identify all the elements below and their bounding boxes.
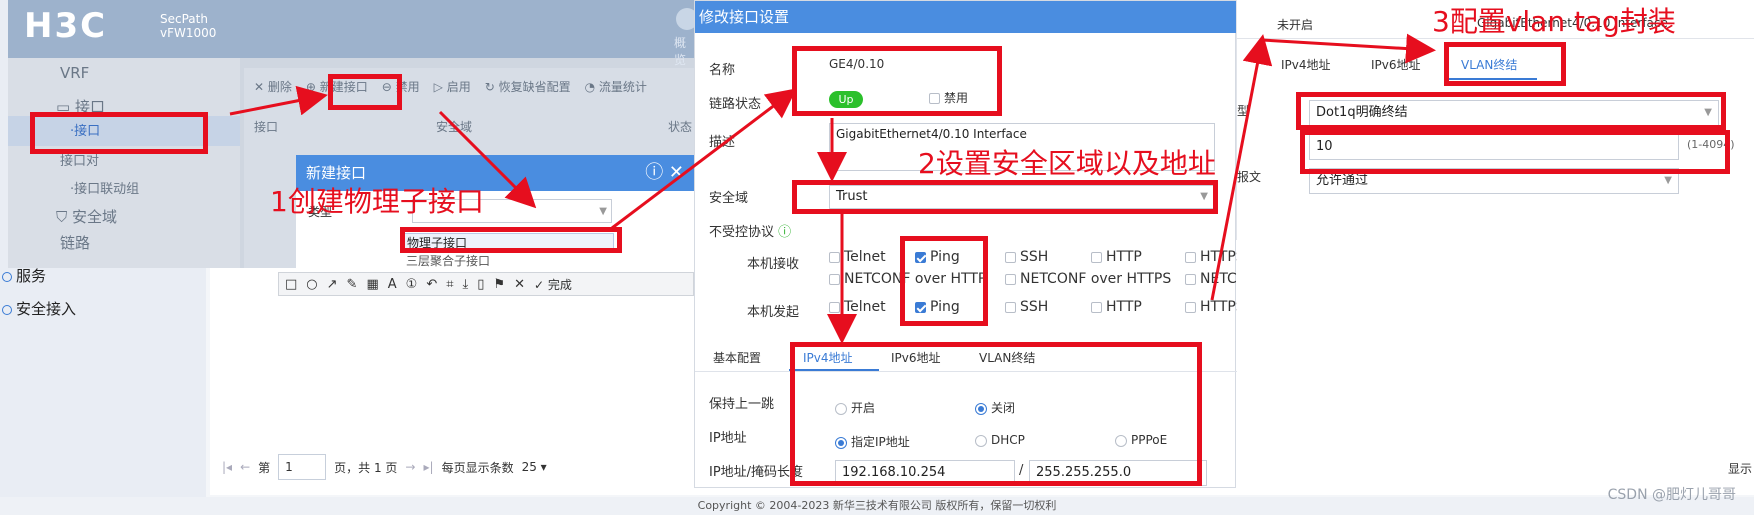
annotation-step1: 1创建物理子接口 [270,185,484,218]
arrow-1 [229,85,328,116]
annotation-step3: 3配置vlan tag封装 [1432,5,1676,38]
arrow-7 [1261,33,1436,64]
watermark: CSDN @肥灯儿哥哥 [1607,487,1736,503]
arrow-3 [611,88,797,230]
arrow-6 [1210,34,1273,301]
annotation-step2: 2设置安全区域以及地址 [918,147,1216,180]
annotation-arrows [229,33,1436,344]
